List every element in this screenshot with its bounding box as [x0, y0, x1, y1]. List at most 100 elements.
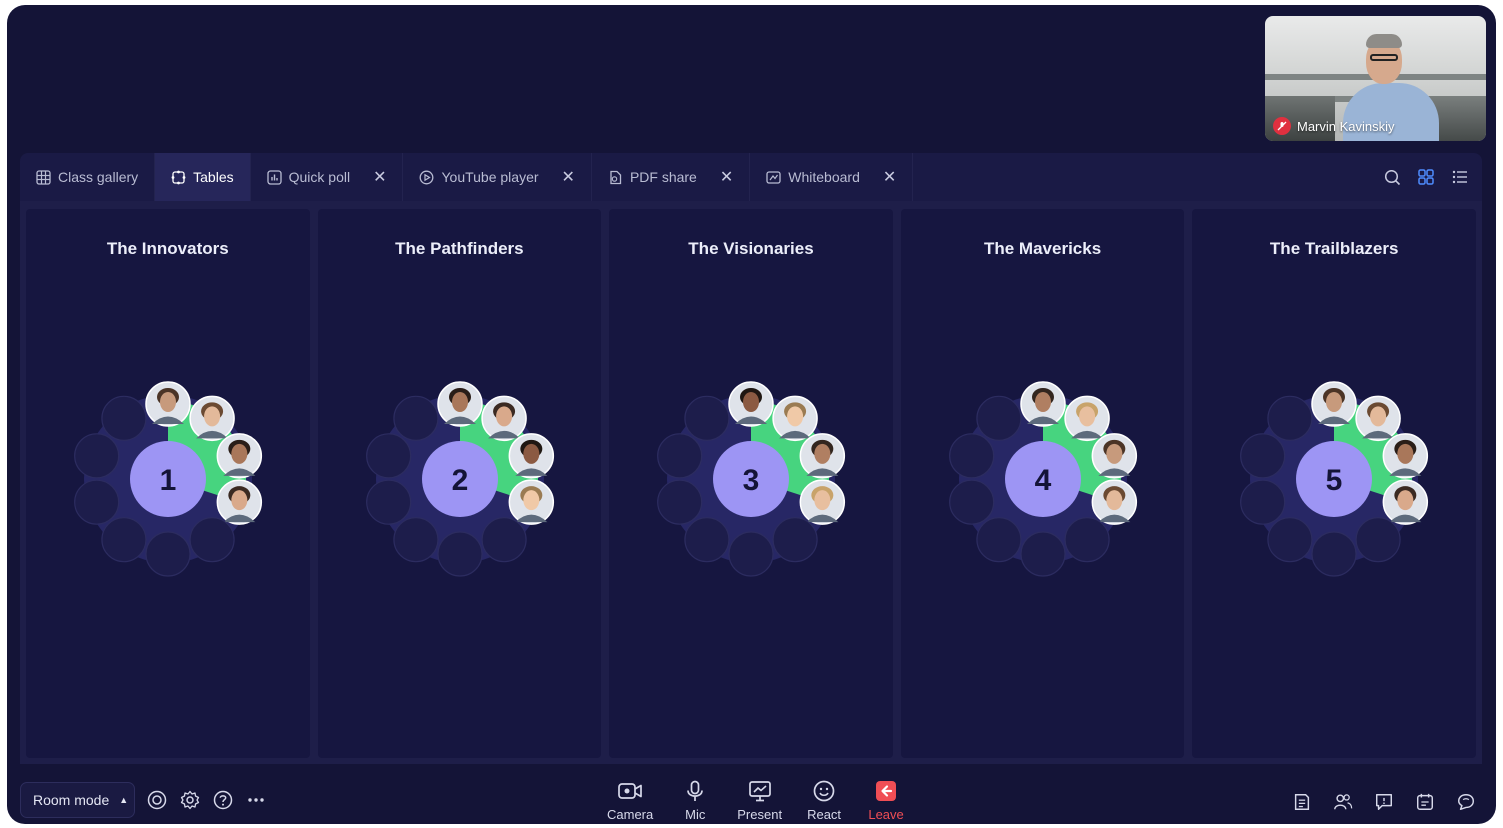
- presenter-video[interactable]: Marvin Kavinskiy: [1265, 16, 1486, 141]
- control-label: Leave: [868, 807, 904, 822]
- close-icon[interactable]: ✕: [883, 167, 896, 187]
- table-seating[interactable]: 4: [943, 379, 1143, 579]
- empty-seat[interactable]: [365, 479, 411, 525]
- empty-seat[interactable]: [145, 531, 191, 577]
- participants-icon[interactable]: [1333, 792, 1353, 812]
- camera-button[interactable]: Camera: [607, 780, 653, 822]
- table-card[interactable]: The Innovators 1: [26, 209, 310, 758]
- seat-avatar[interactable]: [1091, 433, 1137, 479]
- tab-tables[interactable]: Tables: [155, 153, 251, 201]
- seat-avatar[interactable]: [1382, 479, 1429, 525]
- seat-avatar[interactable]: [1020, 381, 1066, 427]
- notes-icon[interactable]: [1292, 792, 1312, 812]
- mic-button[interactable]: Mic: [675, 780, 715, 822]
- seat-avatar[interactable]: [145, 381, 191, 427]
- table-card[interactable]: The Pathfinders 2: [317, 209, 602, 758]
- empty-seat[interactable]: [684, 395, 730, 441]
- seat-avatar[interactable]: [1091, 479, 1137, 525]
- empty-seat[interactable]: [657, 433, 703, 479]
- empty-seat[interactable]: [1355, 517, 1402, 563]
- table-seating[interactable]: 3: [651, 379, 851, 579]
- table-card[interactable]: The Mavericks 4: [900, 209, 1185, 758]
- table-seating[interactable]: 1: [68, 379, 268, 579]
- grid-view-icon[interactable]: [1416, 167, 1436, 187]
- close-icon[interactable]: ✕: [373, 167, 386, 187]
- help-icon[interactable]: [213, 790, 233, 810]
- empty-seat[interactable]: [684, 517, 730, 563]
- empty-seat[interactable]: [189, 517, 235, 563]
- empty-seat[interactable]: [1240, 433, 1286, 479]
- empty-seat[interactable]: [74, 433, 120, 479]
- empty-seat[interactable]: [1240, 479, 1286, 525]
- pdf-icon: [608, 170, 623, 185]
- seat-avatar[interactable]: [508, 479, 554, 525]
- empty-seat[interactable]: [728, 531, 774, 577]
- seat-avatar[interactable]: [728, 381, 774, 427]
- empty-seat[interactable]: [657, 479, 703, 525]
- seat-avatar[interactable]: [189, 395, 235, 442]
- react-button[interactable]: React: [804, 780, 844, 822]
- seat-avatar[interactable]: [216, 479, 263, 525]
- table-seating[interactable]: 2: [360, 379, 560, 579]
- empty-seat[interactable]: [74, 479, 120, 525]
- close-icon[interactable]: ✕: [720, 167, 733, 187]
- leave-button[interactable]: Leave: [866, 780, 906, 822]
- more-icon[interactable]: [246, 790, 266, 810]
- empty-seat[interactable]: [101, 517, 147, 563]
- empty-seat[interactable]: [1267, 395, 1313, 441]
- present-icon: [748, 780, 772, 805]
- empty-seat[interactable]: [772, 517, 818, 563]
- room-mode-button[interactable]: Room mode ▲: [20, 782, 135, 818]
- seat-avatar[interactable]: [1355, 395, 1402, 442]
- tab-quick-poll[interactable]: Quick poll ✕: [251, 153, 404, 201]
- empty-seat[interactable]: [948, 433, 995, 479]
- empty-seat[interactable]: [1267, 517, 1313, 563]
- seat-avatar[interactable]: [799, 433, 846, 479]
- empty-seat[interactable]: [1020, 531, 1066, 577]
- empty-seat[interactable]: [1311, 531, 1357, 577]
- seat-avatar[interactable]: [216, 433, 263, 479]
- mic-icon: [684, 780, 706, 805]
- seat-avatar[interactable]: [1064, 395, 1110, 442]
- record-icon[interactable]: [147, 790, 167, 810]
- empty-seat[interactable]: [976, 395, 1022, 441]
- empty-seat[interactable]: [481, 517, 527, 563]
- seat-avatar[interactable]: [1382, 433, 1429, 479]
- table-card[interactable]: The Trailblazers 5: [1192, 209, 1476, 758]
- table-name: The Visionaries: [688, 239, 814, 258]
- camera-icon: [617, 780, 643, 805]
- control-label: Mic: [685, 807, 706, 822]
- empty-seat[interactable]: [392, 517, 439, 563]
- tab-pdf-share[interactable]: PDF share ✕: [592, 153, 751, 201]
- empty-seat[interactable]: [436, 531, 483, 577]
- close-icon[interactable]: ✕: [562, 167, 575, 187]
- empty-seat[interactable]: [1064, 517, 1110, 563]
- search-icon[interactable]: [1382, 167, 1402, 187]
- tab-label: YouTube player: [441, 169, 539, 185]
- list-view-icon[interactable]: [1450, 167, 1470, 187]
- seat-avatar[interactable]: [799, 479, 846, 525]
- tab-class-gallery[interactable]: Class gallery: [20, 153, 156, 201]
- calendar-icon[interactable]: [1415, 792, 1435, 812]
- empty-seat[interactable]: [365, 433, 411, 479]
- chat-icon[interactable]: [1374, 792, 1394, 812]
- tab-whiteboard[interactable]: Whiteboard ✕: [750, 153, 914, 201]
- present-button[interactable]: Present: [737, 780, 782, 822]
- seat-avatar[interactable]: [772, 395, 819, 442]
- empty-seat[interactable]: [948, 479, 995, 525]
- whisper-icon[interactable]: [1456, 792, 1476, 812]
- tab-bar: Class gallery Tables Quick poll ✕ YouTub…: [20, 153, 1482, 201]
- tab-label: PDF share: [629, 169, 697, 185]
- empty-seat[interactable]: [392, 395, 439, 441]
- tab-youtube-player[interactable]: YouTube player ✕: [403, 153, 592, 201]
- table-seating[interactable]: 5: [1234, 379, 1434, 579]
- empty-seat[interactable]: [976, 517, 1022, 563]
- seat-avatar[interactable]: [1311, 381, 1358, 427]
- table-card[interactable]: The Visionaries 3: [609, 209, 893, 758]
- seat-avatar[interactable]: [480, 395, 527, 442]
- empty-seat[interactable]: [101, 395, 147, 441]
- seat-avatar[interactable]: [436, 381, 483, 427]
- view-tools: [1382, 153, 1482, 201]
- settings-icon[interactable]: [180, 790, 200, 810]
- seat-avatar[interactable]: [508, 433, 554, 479]
